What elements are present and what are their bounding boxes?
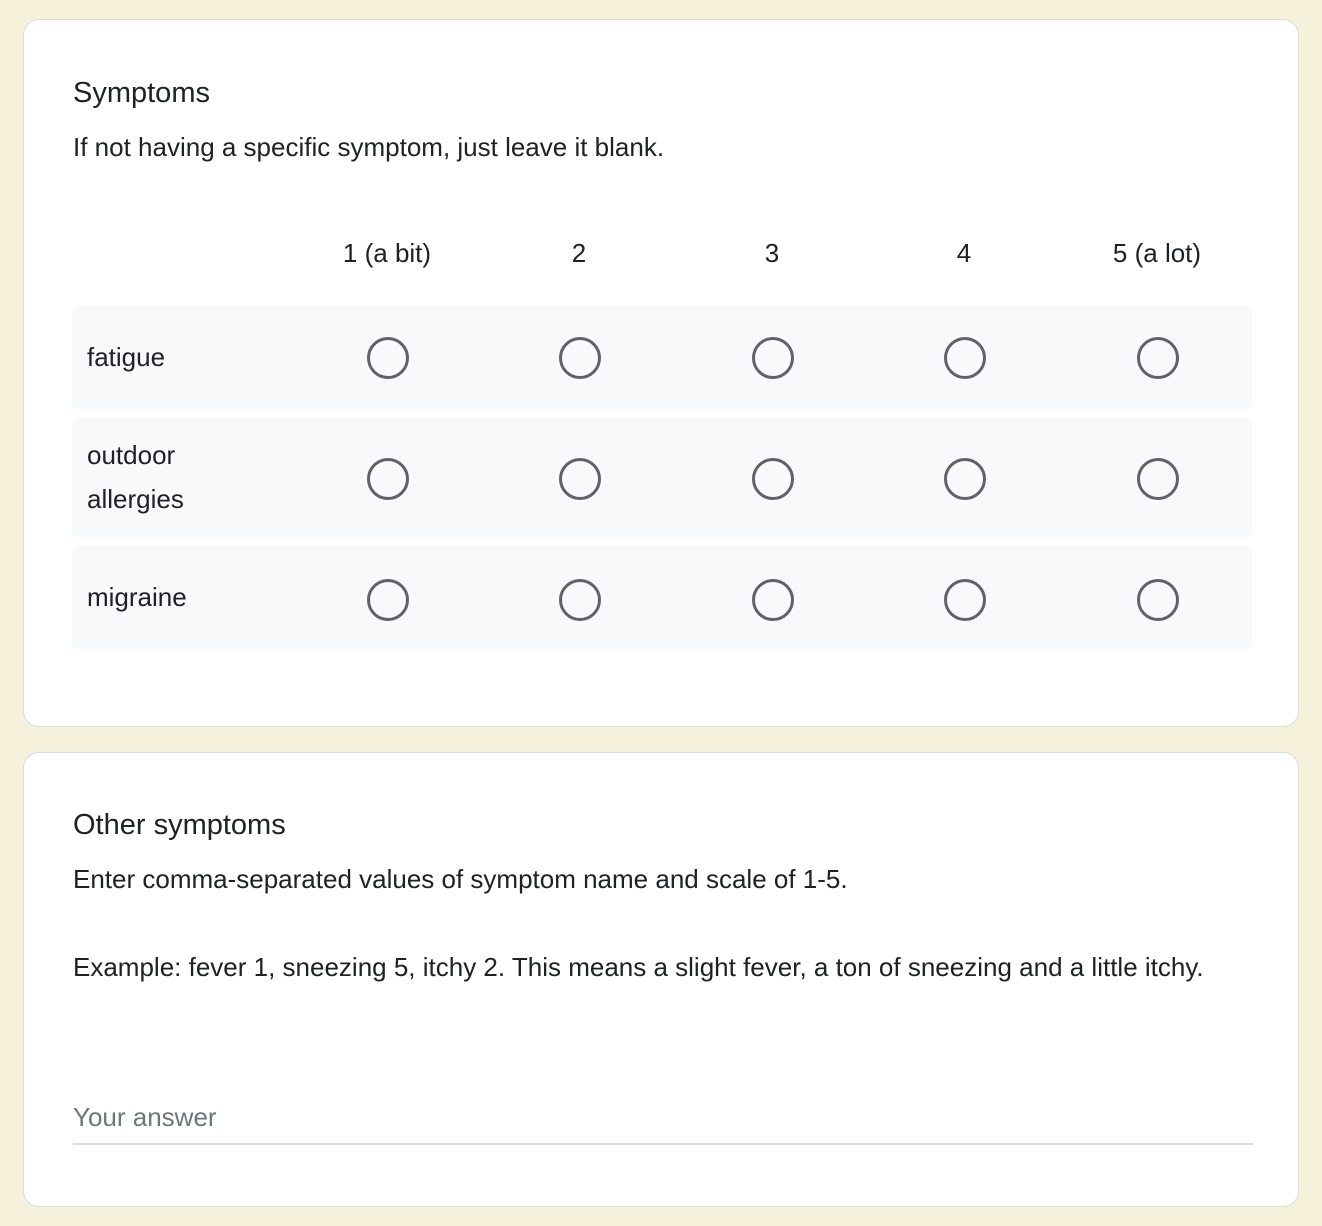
radio-fatigue-5[interactable] <box>1137 337 1179 379</box>
row-label: outdoor allergies <box>87 440 184 514</box>
question-description-line-2: Example: fever 1, sneezing 5, itchy 2. T… <box>73 952 1204 982</box>
question-description: If not having a specific symptom, just l… <box>73 132 665 162</box>
radio-fatigue-4[interactable] <box>944 337 986 379</box>
radio-fatigue-3[interactable] <box>752 337 794 379</box>
column-label-4: 4 <box>956 238 972 268</box>
column-label-1: 1 (a bit) <box>342 238 432 268</box>
radio-outdoor-allergies-2[interactable] <box>559 458 601 500</box>
row-label: fatigue <box>87 342 166 372</box>
grid-row-fatigue: fatigue <box>72 305 1252 409</box>
radio-migraine-4[interactable] <box>944 579 986 621</box>
column-label-3: 3 <box>764 238 780 268</box>
row-label: migraine <box>87 582 187 612</box>
grid-row-outdoor-allergies: outdoor allergies <box>72 417 1252 537</box>
choice-grid: 1 (a bit) 2 3 4 5 (a lot) fatigue outdoo… <box>72 225 1252 657</box>
radio-migraine-3[interactable] <box>752 579 794 621</box>
radio-fatigue-1[interactable] <box>367 337 409 379</box>
question-title: Other symptoms <box>73 809 286 841</box>
grid-header: 1 (a bit) 2 3 4 5 (a lot) <box>72 225 1252 305</box>
radio-migraine-1[interactable] <box>367 579 409 621</box>
radio-fatigue-2[interactable] <box>559 337 601 379</box>
column-label-2: 2 <box>571 238 587 268</box>
answer-input[interactable] <box>73 1091 1253 1145</box>
radio-outdoor-allergies-5[interactable] <box>1137 458 1179 500</box>
radio-outdoor-allergies-1[interactable] <box>367 458 409 500</box>
radio-outdoor-allergies-4[interactable] <box>944 458 986 500</box>
grid-row-migraine: migraine <box>72 545 1252 649</box>
question-description-line-1: Enter comma-separated values of symptom … <box>73 864 848 894</box>
question-title: Symptoms <box>73 77 210 109</box>
other-symptoms-question-card: Other symptoms Enter comma-separated val… <box>23 752 1299 1207</box>
column-label-5: 5 (a lot) <box>1112 238 1202 268</box>
radio-migraine-5[interactable] <box>1137 579 1179 621</box>
symptoms-question-card: Symptoms If not having a specific sympto… <box>23 19 1299 727</box>
radio-outdoor-allergies-3[interactable] <box>752 458 794 500</box>
radio-migraine-2[interactable] <box>559 579 601 621</box>
